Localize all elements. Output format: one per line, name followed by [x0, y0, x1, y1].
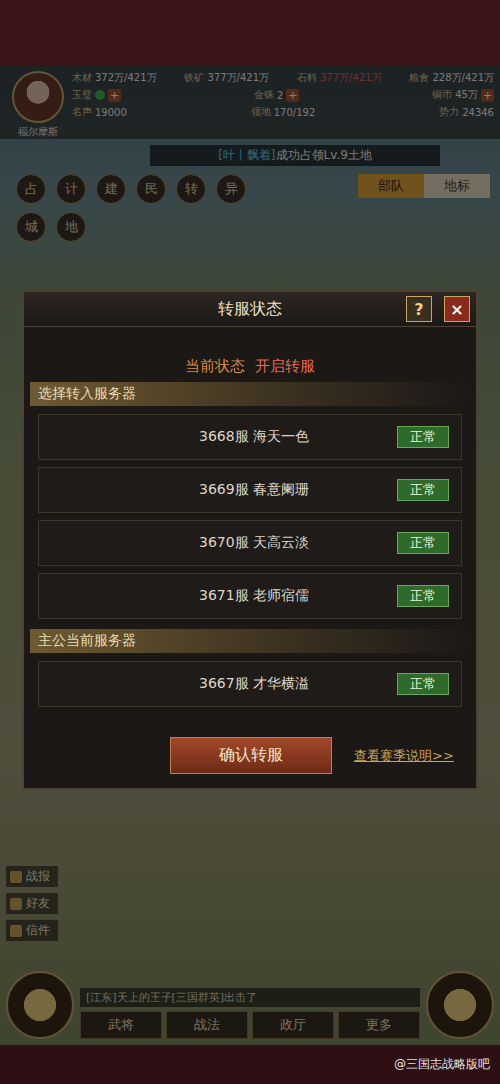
- section-header: 主公当前服务器: [30, 629, 470, 653]
- transfer-dialog: 转服状态?×当前状态开启转服选择转入服务器3668服 海天一色正常3669服 春…: [22, 290, 478, 790]
- status-badge: 正常: [397, 532, 449, 554]
- status-value: 开启转服: [255, 357, 315, 375]
- dialog-actions: 确认转服 查看赛季说明>>: [30, 737, 470, 774]
- server-row: 3667服 才华横溢 正常: [38, 661, 462, 707]
- status-badge: 正常: [397, 673, 449, 695]
- dialog-title: 转服状态: [218, 299, 282, 320]
- confirm-button[interactable]: 确认转服: [170, 737, 332, 774]
- server-row[interactable]: 3671服 老师宿儒 正常: [38, 573, 462, 619]
- server-list: 3668服 海天一色正常3669服 春意阑珊正常3670服 天高云淡正常3671…: [30, 406, 470, 629]
- transfer-status: 当前状态开启转服: [30, 357, 470, 376]
- game-view: 福尔摩斯木材372万/421万铁矿377万/421万石料377万/421万粮食2…: [0, 65, 500, 1045]
- dialog-buttons: ?×: [406, 296, 470, 322]
- dialog-titlebar: 转服状态?×: [24, 292, 476, 327]
- bottom-frame: @三国志战略版吧: [0, 1045, 500, 1084]
- screen: 福尔摩斯木材372万/421万铁矿377万/421万石料377万/421万粮食2…: [0, 0, 500, 1084]
- server-name: 3671服 老师宿儒: [199, 587, 309, 605]
- server-name: 3669服 春意阑珊: [199, 481, 309, 499]
- server-name: 3668服 海天一色: [199, 428, 309, 446]
- server-name: 3667服 才华横溢: [199, 675, 309, 693]
- server-row[interactable]: 3669服 春意阑珊 正常: [38, 467, 462, 513]
- top-frame: [0, 0, 500, 65]
- season-link[interactable]: 查看赛季说明>>: [354, 747, 454, 765]
- watermark: @三国志战略版吧: [394, 1056, 490, 1073]
- help-button[interactable]: ?: [406, 296, 432, 322]
- server-row[interactable]: 3668服 海天一色 正常: [38, 414, 462, 460]
- status-badge: 正常: [397, 426, 449, 448]
- current-server: 3667服 才华横溢 正常: [30, 653, 470, 737]
- close-button[interactable]: ×: [444, 296, 470, 322]
- server-name: 3670服 天高云淡: [199, 534, 309, 552]
- status-badge: 正常: [397, 585, 449, 607]
- section-header: 选择转入服务器: [30, 382, 470, 406]
- status-badge: 正常: [397, 479, 449, 501]
- status-label: 当前状态: [185, 357, 245, 375]
- dialog-body: 当前状态开启转服选择转入服务器3668服 海天一色正常3669服 春意阑珊正常3…: [24, 327, 476, 788]
- server-row[interactable]: 3670服 天高云淡 正常: [38, 520, 462, 566]
